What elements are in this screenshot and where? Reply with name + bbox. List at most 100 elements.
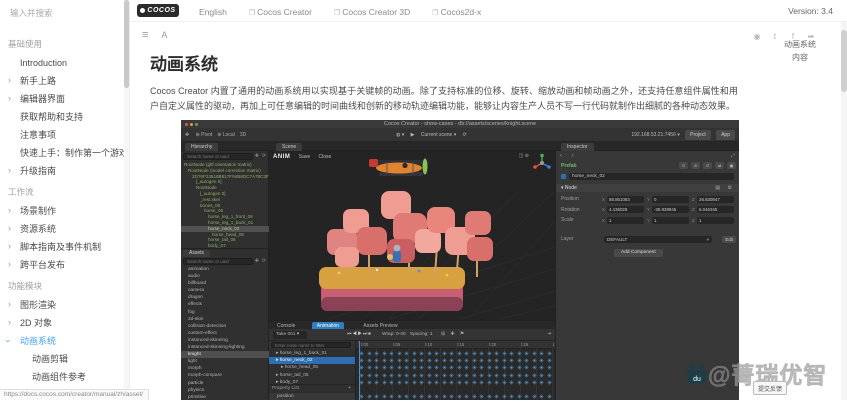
- keyframe-dot[interactable]: [486, 365, 492, 371]
- hierarchy-search[interactable]: [183, 153, 253, 160]
- clip-select[interactable]: Take 001 ▾: [273, 331, 307, 339]
- transform-tool[interactable]: ⊕ Local: [217, 132, 235, 138]
- keyframe-dot[interactable]: [464, 380, 469, 385]
- keyframe-dot[interactable]: [389, 372, 394, 378]
- keyframe-dot[interactable]: [426, 380, 432, 385]
- sidebar-item[interactable]: 获取帮助和支持: [0, 108, 129, 126]
- keyframe-dot[interactable]: [494, 393, 499, 399]
- tab-scene[interactable]: Scene: [276, 143, 303, 151]
- asset-item[interactable]: billboard: [181, 280, 269, 287]
- keyframe-dot[interactable]: [516, 358, 522, 363]
- keyframe-dot[interactable]: [441, 393, 447, 399]
- anim-close-button[interactable]: Close: [319, 154, 332, 160]
- wrap-mode-label[interactable]: Wrap: 0-40: [382, 329, 406, 341]
- keyframe-dot[interactable]: [434, 358, 439, 363]
- nav-item-cocos2d-x[interactable]: ❐ Cocos2d-x: [432, 7, 481, 17]
- add-node-icon[interactable]: ✚: [255, 153, 259, 159]
- keyframe-dot[interactable]: [404, 380, 409, 385]
- assets-search-input[interactable]: [184, 259, 252, 264]
- keyframe-dot[interactable]: [464, 393, 469, 399]
- keyframe-dot[interactable]: [539, 372, 544, 378]
- jump-to-end-icon[interactable]: ⇥: [547, 329, 551, 341]
- keyframe-dot[interactable]: [471, 351, 477, 356]
- sidebar-item[interactable]: › 跨平台发布: [0, 256, 129, 274]
- nav-item-cocos-creator[interactable]: ❐ Cocos Creator: [249, 7, 312, 17]
- keyframe-dot[interactable]: [531, 358, 537, 363]
- asset-item[interactable]: light: [181, 358, 269, 365]
- asset-item[interactable]: collision-detection: [181, 323, 269, 330]
- keyframe-dot[interactable]: [494, 372, 499, 378]
- anim-node-row[interactable]: ▸ horse_head_05: [269, 364, 355, 371]
- keyframe-dot[interactable]: [471, 358, 477, 363]
- keyframe-dot[interactable]: [509, 351, 514, 356]
- hierarchy-search-input[interactable]: [184, 154, 252, 159]
- viewport-options-icons[interactable]: ◫ ⊕: [519, 153, 529, 159]
- keyframe-dot[interactable]: [479, 358, 484, 363]
- keyframe-dot[interactable]: [411, 372, 417, 378]
- sidebar-item[interactable]: 快速上手：制作第一个游戏: [0, 144, 129, 162]
- keyframe-dot[interactable]: [449, 351, 454, 356]
- keyframe-dot[interactable]: [494, 351, 499, 356]
- keyframe-dot[interactable]: [479, 365, 484, 371]
- tree-item[interactable]: 2D76F23518B817F94B8DC7A78C3F87D3: [181, 174, 269, 180]
- keyframe-dot[interactable]: [546, 358, 552, 363]
- keyframe-dot[interactable]: [441, 365, 447, 371]
- tab-assets[interactable]: Assets: [183, 250, 211, 257]
- keyframe-dot[interactable]: [486, 351, 492, 356]
- keyframe-dot[interactable]: [359, 393, 364, 399]
- keyframe-dot[interactable]: [404, 393, 409, 399]
- feedback-button[interactable]: 提交反馈: [753, 381, 788, 395]
- keyframe-dot[interactable]: [374, 358, 379, 363]
- sidebar-item[interactable]: 动画剪辑: [0, 350, 129, 368]
- keyframe-dot[interactable]: [374, 351, 379, 356]
- keyframe-dot[interactable]: [449, 380, 454, 385]
- keyframe-dot[interactable]: [359, 358, 364, 363]
- keyframe-dot[interactable]: [389, 351, 394, 356]
- keyframe-dot[interactable]: [524, 358, 529, 363]
- add-property-icon[interactable]: +: [348, 385, 351, 393]
- keyframe-dot[interactable]: [359, 351, 364, 356]
- asset-item[interactable]: instanced-skinning: [181, 337, 269, 344]
- keyframe-dot[interactable]: [389, 380, 394, 385]
- keyframe-dot[interactable]: [396, 380, 402, 385]
- keyframe-dot[interactable]: [464, 358, 469, 363]
- keyframe-dot[interactable]: [531, 380, 537, 385]
- keyframe-dot[interactable]: [456, 365, 462, 371]
- keyframe-dot[interactable]: [456, 380, 462, 385]
- keyframe-dot[interactable]: [464, 365, 469, 371]
- keyframe-dot[interactable]: [494, 365, 499, 371]
- keyframe-dot[interactable]: [374, 365, 379, 371]
- keyframe-dot[interactable]: [381, 365, 387, 371]
- keyframe-dot[interactable]: [501, 380, 507, 385]
- keyframe-dot[interactable]: [381, 358, 387, 363]
- keyframe-dot[interactable]: [509, 380, 514, 385]
- font-resize-icon[interactable]: A: [161, 30, 167, 40]
- keyframe-dot[interactable]: [501, 393, 507, 399]
- keyframe-dot[interactable]: [374, 393, 379, 399]
- keyframe-dot[interactable]: [531, 351, 537, 356]
- refresh-icon[interactable]: ⟳: [463, 132, 467, 138]
- keyframe-dot[interactable]: [419, 393, 424, 399]
- prefab-action-button[interactable]: ⊘: [691, 162, 700, 169]
- minimize-icon[interactable]: [190, 122, 193, 126]
- keyframe-tools-icons[interactable]: ⊞ ✚ ⚑: [441, 329, 466, 341]
- add-component-button[interactable]: Add Component: [614, 249, 663, 257]
- keyframe-dot[interactable]: [479, 380, 484, 385]
- asset-item[interactable]: 2d-skin: [181, 316, 269, 323]
- keyframe-dot[interactable]: [509, 372, 514, 378]
- prefab-action-button[interactable]: ▣: [727, 162, 736, 169]
- keyframe-dot[interactable]: [411, 365, 417, 371]
- keyframe-dot[interactable]: [516, 365, 522, 371]
- project-button[interactable]: Project: [685, 130, 711, 140]
- close-icon[interactable]: [185, 122, 188, 126]
- keyframe-dot[interactable]: [494, 380, 499, 385]
- anim-node-row[interactable]: ▸ horse_tail_05: [269, 372, 355, 379]
- keyframe-dot[interactable]: [471, 365, 477, 371]
- value-field[interactable]: 4.435028: [607, 206, 644, 213]
- scene-viewport-3d[interactable]: ANIM Save Close ◫ ⊕: [269, 151, 555, 320]
- prefab-action-button[interactable]: ↺: [703, 162, 712, 169]
- keyframe-dot[interactable]: [479, 351, 484, 356]
- keyframe-dot[interactable]: [456, 358, 462, 363]
- keyframe-dot[interactable]: [381, 372, 387, 378]
- asset-item[interactable]: custom-effect: [181, 330, 269, 337]
